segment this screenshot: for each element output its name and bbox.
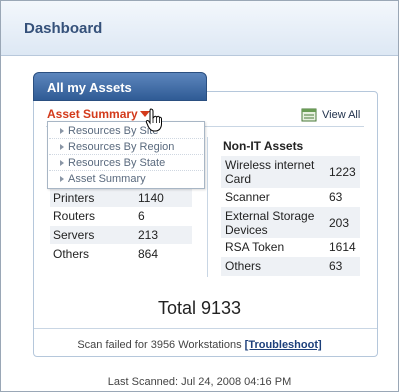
menu-arrow-icon [60,176,64,182]
asset-count: 1223 [329,165,356,179]
troubleshoot-link[interactable]: [Troubleshoot] [245,339,322,351]
table-row: Others 864 [50,245,192,263]
asset-count: 6 [138,209,145,223]
total-count: Total 9133 [157,298,242,318]
footer-divider [34,328,377,329]
view-all-label: View All [322,109,361,121]
last-scanned-text: Last Scanned: Jul 24, 2008 04:16 PM [107,376,292,388]
asset-count: 213 [138,228,159,242]
menu-item-resources-by-region[interactable]: Resources By Region [49,139,203,155]
asset-label: Printers [53,191,95,205]
menu-item-label: Resources By Region [68,140,175,153]
asset-summary-menu: Resources By Site Resources By Region Re… [47,121,205,189]
hand-cursor-icon [145,108,162,132]
scan-failed-message: Scan failed for 3956 Workstations [Troub… [0,339,399,351]
menu-arrow-icon [60,143,64,150]
asset-count: 63 [329,190,343,204]
table-row: Routers 6 [50,207,192,225]
tab-label: All my Assets [47,80,132,95]
asset-count: 1614 [329,240,356,254]
menu-arrow-icon [60,159,64,166]
non-it-assets-title: Non-IT Assets [223,139,304,153]
asset-label: Wireless internet Card [225,158,315,186]
table-row: Servers 213 [50,226,192,244]
table-row: External Storage Devices 203 [221,207,360,238]
asset-summary-dropdown[interactable]: Asset Summary [47,107,138,121]
asset-count: 203 [329,216,350,230]
scan-failed-text: Scan failed for 3956 Workstations [77,339,242,351]
asset-label: Routers [53,209,96,223]
asset-count: 63 [329,259,343,273]
asset-count: 1140 [138,191,164,205]
asset-label: Servers [53,228,95,242]
asset-label: Scanner [225,190,270,204]
menu-arrow-icon [60,127,64,134]
asset-label: Others [225,259,262,273]
dashboard-header: Dashboard [1,1,398,56]
menu-item-label: Resources By State [68,156,166,169]
tab-all-my-assets[interactable]: All my Assets [33,72,207,101]
column-divider [207,137,208,277]
table-row: Printers 1140 [50,189,192,207]
asset-label: External Storage Devices [225,209,315,237]
view-all-button[interactable]: View All [301,106,360,124]
menu-item-resources-by-site[interactable]: Resources By Site [49,123,203,139]
table-row: RSA Token 1614 [221,238,360,257]
asset-label: RSA Token [225,240,285,254]
menu-item-asset-summary[interactable]: Asset Summary [49,171,203,187]
table-row: Scanner 63 [221,188,360,207]
menu-item-resources-by-state[interactable]: Resources By State [49,155,203,171]
view-all-icon [301,108,317,122]
page-title: Dashboard [24,20,103,37]
table-row: Wireless internet Card 1223 [221,156,360,188]
asset-label: Others [53,247,90,261]
table-row: Others 63 [221,257,360,276]
menu-item-label: Asset Summary [68,173,146,185]
asset-count: 864 [138,247,159,261]
